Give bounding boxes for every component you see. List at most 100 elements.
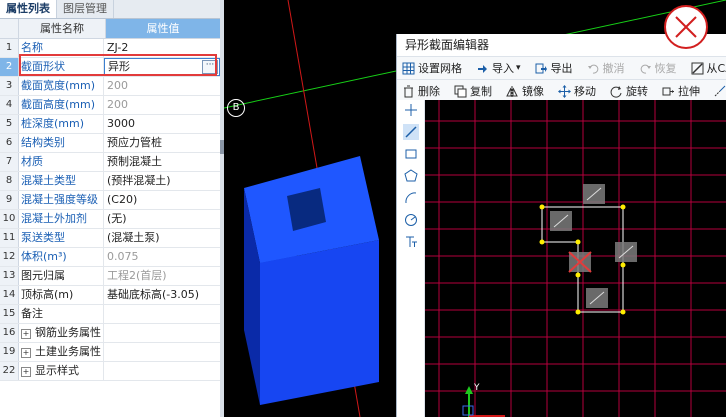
row-number: 5: [0, 115, 18, 133]
property-row[interactable]: 1 名称 ZJ-2: [0, 39, 220, 58]
import-button[interactable]: 导入 ▾: [471, 57, 526, 79]
editor-toolbar-edit: 删除 复制 镜像 移动 旋转 拉伸延: [397, 79, 726, 102]
property-value-text: 异形: [108, 60, 130, 73]
property-value[interactable]: (预拌混凝土): [104, 172, 220, 190]
arc-icon: [403, 190, 419, 209]
property-value[interactable]: 200: [104, 96, 220, 114]
tab-property-list[interactable]: 属性列表: [0, 0, 57, 18]
property-row[interactable]: 2 截面形状 异形 ···: [0, 58, 220, 77]
undo-button[interactable]: 撤消: [582, 57, 630, 79]
export-icon: [535, 62, 551, 75]
delete-icon: [402, 85, 418, 98]
group-label: 土建业务属性: [35, 345, 101, 358]
property-row[interactable]: 10 混凝土外加剂 (无): [0, 210, 220, 229]
property-name: 材质: [18, 153, 104, 171]
property-row[interactable]: 7 材质 预制混凝土: [0, 153, 220, 172]
tool-circle[interactable]: [397, 210, 424, 232]
property-value[interactable]: 200: [104, 77, 220, 95]
close-button[interactable]: [664, 5, 708, 49]
move-button[interactable]: 移动: [553, 80, 601, 102]
property-value-text: 工程2(首层): [107, 269, 167, 282]
row-number: 15: [0, 305, 18, 323]
tab-layer-management[interactable]: 图层管理: [57, 0, 114, 18]
row-number: 6: [0, 134, 18, 152]
expand-icon[interactable]: +: [21, 348, 31, 358]
property-value[interactable]: (混凝土泵): [104, 229, 220, 247]
close-icon: [675, 16, 697, 38]
property-row[interactable]: 15 备注: [0, 305, 220, 324]
property-row[interactable]: 13 图元归属 工程2(首层): [0, 267, 220, 286]
copy-button[interactable]: 复制: [449, 80, 497, 102]
property-value[interactable]: 预制混凝土: [104, 153, 220, 171]
property-row[interactable]: 6 结构类别 预应力管桩: [0, 134, 220, 153]
toolbar-label: 复制: [470, 85, 492, 98]
property-value[interactable]: (C20): [104, 191, 220, 209]
tool-polygon[interactable]: [397, 166, 424, 188]
property-value[interactable]: [104, 324, 220, 342]
row-number: 3: [0, 77, 18, 95]
expand-icon[interactable]: +: [21, 367, 31, 377]
property-value[interactable]: [104, 362, 220, 380]
property-value[interactable]: 3000: [104, 115, 220, 133]
property-row[interactable]: 11 泵送类型 (混凝土泵): [0, 229, 220, 248]
property-value[interactable]: ZJ-2: [104, 39, 220, 57]
editor-toolbar-top: 设置网格导入▾导出撤消恢复从CAD: [397, 56, 726, 79]
row-number: 8: [0, 172, 18, 190]
property-value[interactable]: 工程2(首层): [104, 267, 220, 285]
chevron-down-icon[interactable]: ▾: [516, 63, 521, 73]
property-value[interactable]: [104, 343, 220, 361]
column-front-face: [260, 240, 379, 405]
property-name: 图元归属: [18, 267, 104, 285]
section-canvas[interactable]: Y: [425, 100, 726, 417]
property-row[interactable]: 12 体积(m³) 0.075: [0, 248, 220, 267]
property-value[interactable]: 预应力管桩: [104, 134, 220, 152]
tool-arc[interactable]: [397, 188, 424, 210]
property-name: 名称: [18, 39, 104, 57]
row-number: 4: [0, 96, 18, 114]
property-row[interactable]: 22 + 显示样式: [0, 362, 220, 381]
property-row[interactable]: 14 顶标高(m) 基础底标高(-3.05): [0, 286, 220, 305]
grid-button[interactable]: 设置网格: [397, 57, 467, 79]
mirror-button[interactable]: 镜像: [501, 80, 549, 102]
property-name: 截面高度(mm): [18, 96, 104, 114]
property-value-text: 200: [107, 98, 128, 111]
vertex-point: [575, 272, 581, 278]
edit-section-button[interactable]: ···: [202, 60, 218, 74]
toolbar-label: 拉伸: [678, 85, 700, 98]
vertex-point: [620, 309, 626, 315]
property-row[interactable]: 19 + 土建业务属性: [0, 343, 220, 362]
extend-button[interactable]: 延: [709, 80, 726, 102]
cad-button[interactable]: 从CAD: [686, 57, 726, 79]
export-button[interactable]: 导出: [530, 57, 578, 79]
group-label: 显示样式: [35, 364, 79, 377]
property-name: 顶标高(m): [18, 286, 104, 304]
property-row[interactable]: 9 混凝土强度等级 (C20): [0, 191, 220, 210]
property-value-text: 预应力管桩: [107, 136, 162, 149]
tool-text[interactable]: [397, 232, 424, 254]
expand-icon[interactable]: +: [21, 329, 31, 339]
property-value-text: (C20): [107, 193, 138, 206]
property-value[interactable]: 基础底标高(-3.05): [104, 286, 220, 304]
property-row[interactable]: 16 + 钢筋业务属性: [0, 324, 220, 343]
toolbar-label: 镜像: [522, 85, 544, 98]
property-row[interactable]: 8 混凝土类型 (预拌混凝土): [0, 172, 220, 191]
y-axis-label: Y: [473, 383, 480, 393]
property-value[interactable]: 0.075: [104, 248, 220, 266]
property-value[interactable]: 异形 ···: [104, 58, 220, 76]
property-value[interactable]: [104, 305, 220, 323]
y-axis-head: [465, 386, 473, 394]
stretch-button[interactable]: 拉伸: [657, 80, 705, 102]
property-row[interactable]: 5 桩深度(mm) 3000: [0, 115, 220, 134]
drawing-tools: [397, 100, 425, 417]
delete-button[interactable]: 删除: [397, 80, 445, 102]
rotate-button[interactable]: 旋转: [605, 80, 653, 102]
tool-line[interactable]: [397, 122, 424, 144]
tool-point[interactable]: [397, 100, 424, 122]
tool-rectangle[interactable]: [397, 144, 424, 166]
property-row[interactable]: 3 截面宽度(mm) 200: [0, 77, 220, 96]
point-icon: [403, 102, 419, 121]
redo-button[interactable]: 恢复: [634, 57, 682, 79]
property-row[interactable]: 4 截面高度(mm) 200: [0, 96, 220, 115]
property-value[interactable]: (无): [104, 210, 220, 228]
text-icon: [403, 234, 419, 253]
